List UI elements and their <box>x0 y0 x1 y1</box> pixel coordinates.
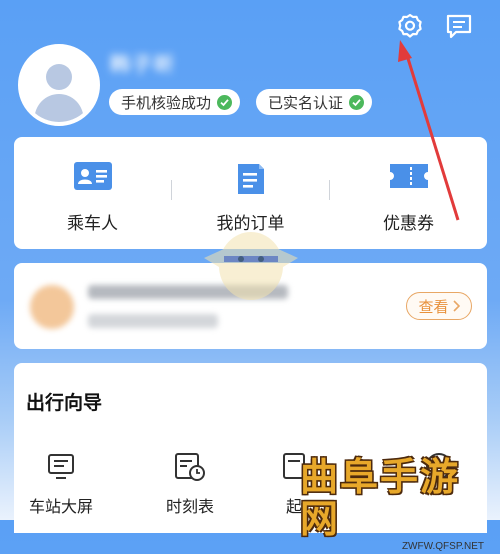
phone-verified-badge: 手机核验成功 <box>109 89 241 115</box>
timetable-icon <box>145 451 235 483</box>
coupon-icon <box>389 161 429 196</box>
promo-subtext-blurred <box>88 314 218 328</box>
station-screen-label: 车站大屏 <box>28 499 93 516</box>
user-silhouette-icon <box>34 64 84 122</box>
check-icon <box>217 94 233 110</box>
quick-actions-card: 乘车人 我的订单 优惠券 <box>14 137 487 249</box>
passenger-card-icon <box>73 161 113 196</box>
settings-gear-icon[interactable] <box>394 10 426 42</box>
coupon-button[interactable]: 优惠券 <box>330 137 487 249</box>
promo-card[interactable]: 查看 <box>14 263 487 349</box>
chevron-right-icon <box>452 300 460 312</box>
promo-text-blurred <box>88 285 288 299</box>
avatar[interactable] <box>18 44 100 126</box>
timetable-label: 时刻表 <box>165 499 214 516</box>
view-button[interactable]: 查看 <box>406 292 472 320</box>
realname-verified-label: 已实名认证 <box>268 94 344 112</box>
view-label: 查看 <box>418 298 449 316</box>
my-orders-button[interactable]: 我的订单 <box>172 137 329 249</box>
order-document-icon <box>235 161 267 200</box>
station-screen-icon <box>16 451 106 483</box>
watermark-title: 曲阜手游网 <box>300 454 461 541</box>
travel-guide-title: 出行向导 <box>26 393 103 414</box>
message-icon[interactable] <box>443 10 475 42</box>
phone-verified-label: 手机核验成功 <box>121 94 212 112</box>
passenger-label: 乘车人 <box>67 214 118 233</box>
my-orders-label: 我的订单 <box>216 214 285 233</box>
watermark-url: ZWFW.QFSP.NET <box>401 541 484 552</box>
timetable-button[interactable]: 时刻表 <box>145 451 235 517</box>
passenger-button[interactable]: 乘车人 <box>14 137 171 249</box>
coupon-label: 优惠券 <box>383 214 434 233</box>
site-watermark: 曲阜手游网 ZWFW.QFSP.NET <box>300 456 496 553</box>
realname-verified-badge: 已实名认证 <box>256 89 373 115</box>
promo-avatar <box>30 285 74 329</box>
username: 韩子昕 <box>110 54 176 76</box>
check-icon <box>349 94 365 110</box>
station-screen-button[interactable]: 车站大屏 <box>16 451 106 517</box>
